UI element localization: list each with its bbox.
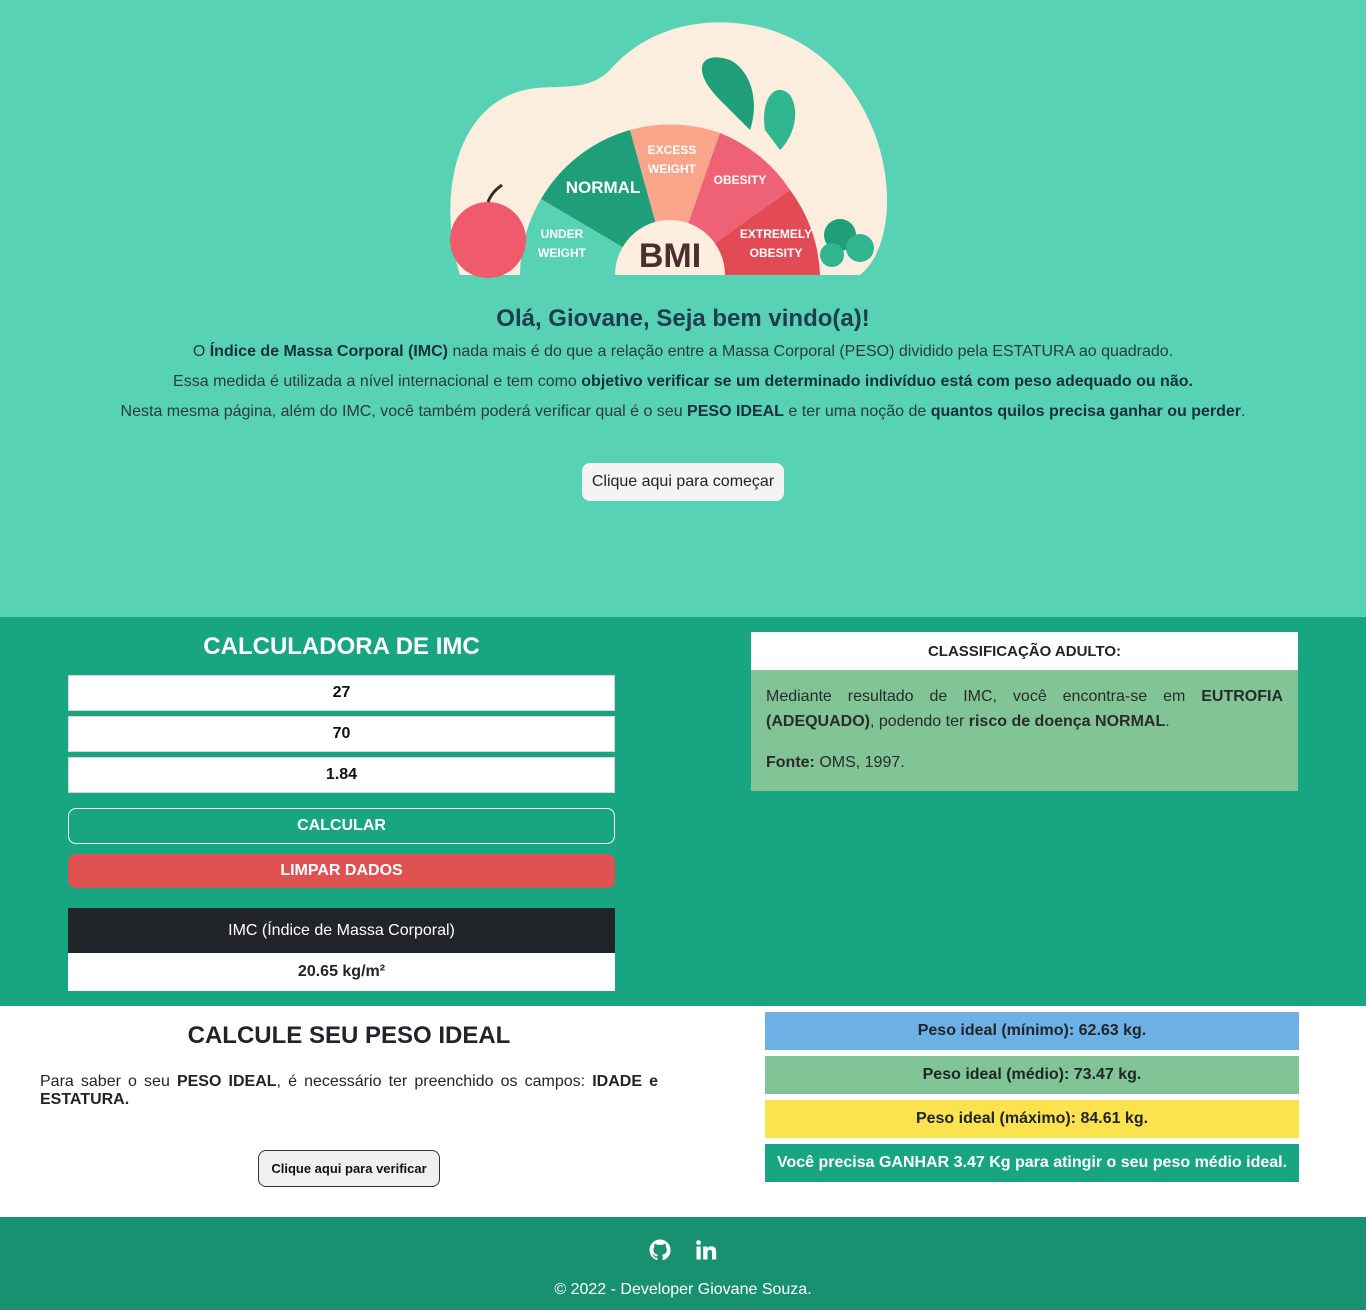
intro-line-1-post: nada mais é do que a relação entre a Mas… bbox=[448, 343, 1174, 360]
intro-line-1-pre: O bbox=[192, 343, 210, 360]
intro-line-1-bold: Índice de Massa Corporal (IMC) bbox=[209, 343, 448, 360]
github-icon[interactable] bbox=[648, 1238, 672, 1262]
social-links bbox=[0, 1238, 1366, 1262]
apple-icon bbox=[450, 202, 526, 278]
intro-line-3: Nesta mesma página, além do IMC, você ta… bbox=[0, 403, 1366, 421]
height-input[interactable] bbox=[68, 757, 615, 793]
classification-text: Mediante resultado de IMC, você encontra… bbox=[766, 684, 1283, 734]
result-value: 20.65 kg/m² bbox=[68, 953, 615, 991]
ideal-weight-min: Peso ideal (mínimo): 62.63 kg. bbox=[765, 1012, 1299, 1050]
age-input[interactable] bbox=[68, 675, 615, 711]
gauge-label-excess-1: EXCESS bbox=[648, 143, 697, 157]
gauge-label-under-1: UNDER bbox=[541, 227, 584, 241]
source-label: Fonte: bbox=[766, 754, 815, 771]
source-value: OMS, 1997. bbox=[814, 754, 905, 771]
start-button[interactable]: Clique aqui para começar bbox=[582, 463, 784, 501]
weight-gain-message: Você precisa GANHAR 3.47 Kg para atingir… bbox=[765, 1144, 1299, 1182]
classification-pre: Mediante resultado de IMC, você encontra… bbox=[766, 688, 1202, 705]
intro-line-1: O Índice de Massa Corporal (IMC) nada ma… bbox=[0, 343, 1366, 361]
classification-risk: risco de doença NORMAL bbox=[968, 713, 1166, 730]
weight-input[interactable] bbox=[68, 716, 615, 752]
classification-post: . bbox=[1165, 713, 1170, 730]
instructions-pre: Para saber o seu bbox=[40, 1073, 177, 1090]
intro-line-3-post: . bbox=[1241, 403, 1246, 420]
ideal-weight-section: CALCULE SEU PESO IDEAL Para saber o seu … bbox=[0, 1006, 1366, 1217]
ideal-weight-med: Peso ideal (médio): 73.47 kg. bbox=[765, 1056, 1299, 1094]
calculator-title: CALCULADORA DE IMC bbox=[203, 633, 480, 660]
bmi-calculator-section: CALCULADORA DE IMC CALCULAR LIMPAR DADOS… bbox=[0, 617, 1366, 1006]
ideal-weight-instructions: Para saber o seu PESO IDEAL, é necessári… bbox=[40, 1073, 658, 1109]
gauge-label-under-2: WEIGHT bbox=[538, 246, 587, 260]
verify-button[interactable]: Clique aqui para verificar bbox=[258, 1150, 440, 1187]
gauge-label-extreme-2: OBESITY bbox=[750, 246, 803, 260]
intro-line-3-mid: e ter uma noção de bbox=[783, 403, 931, 420]
footer: © 2022 - Developer Giovane Souza. bbox=[0, 1217, 1366, 1310]
intro-line-3-pre: Nesta mesma página, além do IMC, você ta… bbox=[120, 403, 688, 420]
intro-line-2: Essa medida é utilizada a nível internac… bbox=[0, 373, 1366, 391]
classification-mid: , podendo ter bbox=[870, 713, 969, 730]
intro-line-3-bold2: quantos quilos precisa ganhar ou perder bbox=[930, 403, 1241, 420]
copyright-text: © 2022 - Developer Giovane Souza. bbox=[554, 1281, 812, 1298]
hero-section: UNDER WEIGHT NORMAL EXCESS WEIGHT OBESIT… bbox=[0, 0, 1366, 617]
intro-line-2-pre: Essa medida é utilizada a nível internac… bbox=[173, 373, 582, 390]
clear-data-button[interactable]: LIMPAR DADOS bbox=[68, 854, 615, 888]
instructions-mid: , é necessário ter preenchido os campos: bbox=[276, 1073, 593, 1090]
calculate-button[interactable]: CALCULAR bbox=[68, 808, 615, 844]
gauge-label-normal: NORMAL bbox=[566, 178, 641, 197]
intro-line-2-bold: objetivo verificar se um determinado ind… bbox=[581, 373, 1193, 390]
gauge-label-excess-2: WEIGHT bbox=[648, 162, 697, 176]
result-label: IMC (Índice de Massa Corporal) bbox=[68, 908, 615, 953]
classification-source: Fonte: OMS, 1997. bbox=[766, 750, 1283, 775]
classification-panel: Mediante resultado de IMC, você encontra… bbox=[751, 670, 1298, 791]
classification-title: CLASSIFICAÇÃO ADULTO: bbox=[751, 632, 1298, 670]
gauge-label-bmi: BMI bbox=[639, 237, 701, 275]
linkedin-icon[interactable] bbox=[694, 1238, 718, 1262]
bmi-gauge-illustration: UNDER WEIGHT NORMAL EXCESS WEIGHT OBESIT… bbox=[450, 22, 888, 278]
gauge-label-obesity: OBESITY bbox=[714, 173, 767, 187]
ideal-weight-max: Peso ideal (máximo): 84.61 kg. bbox=[765, 1100, 1299, 1138]
intro-line-3-bold1: PESO IDEAL bbox=[687, 403, 784, 420]
instructions-bold1: PESO IDEAL bbox=[176, 1073, 277, 1090]
welcome-title: Olá, Giovane, Seja bem vindo(a)! bbox=[496, 305, 870, 332]
gauge-label-extreme-1: EXTREMELY bbox=[740, 227, 812, 241]
ideal-weight-title: CALCULE SEU PESO IDEAL bbox=[187, 1022, 511, 1049]
